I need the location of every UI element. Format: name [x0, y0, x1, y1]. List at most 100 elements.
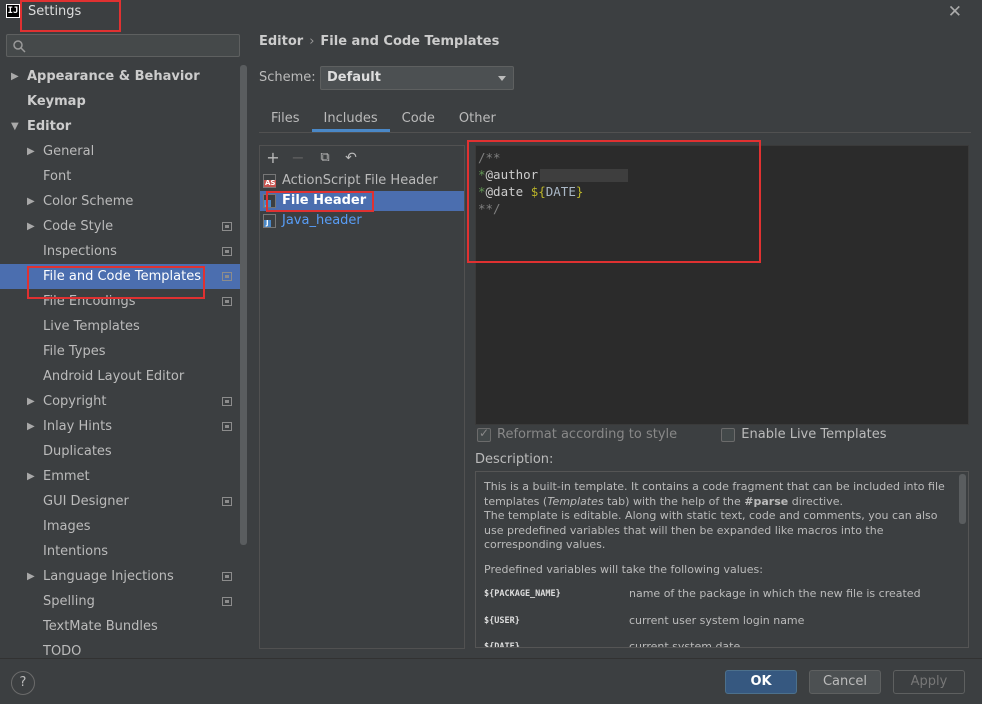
sidebar-item-live-templates[interactable]: Live Templates	[0, 314, 240, 339]
project-scope-icon	[222, 297, 232, 306]
sidebar-item-label: File and Code Templates	[43, 269, 201, 284]
desc-strong: #parse	[744, 494, 789, 508]
code-line: *@date ${DATE}	[478, 183, 968, 200]
description-scrollbar[interactable]	[959, 474, 966, 524]
date-variable: DATE	[545, 184, 576, 199]
project-scope-icon	[222, 247, 232, 256]
template-toolbar: + − ⧉ ↶	[260, 146, 464, 171]
comment-open: /**	[478, 150, 501, 165]
sidebar-item-inlay-hints[interactable]: ▶ Inlay Hints	[0, 414, 240, 439]
chevron-right-icon[interactable]: ▶	[27, 389, 35, 414]
variable-description: current user system login name	[629, 613, 805, 627]
sidebar-item-label: Images	[43, 519, 91, 534]
sidebar-item-intentions[interactable]: Intentions	[0, 539, 240, 564]
sidebar-item-label: General	[43, 144, 95, 159]
template-item[interactable]: ActionScript File Header	[260, 171, 464, 191]
java-file-icon	[263, 194, 276, 208]
chevron-right-icon[interactable]: ▶	[11, 64, 19, 89]
sidebar-item-textmate-bundles[interactable]: TextMate Bundles	[0, 614, 240, 639]
template-list: ActionScript File Header File Header Java_…	[260, 171, 464, 231]
chevron-right-icon[interactable]: ▶	[27, 189, 35, 214]
tab-files[interactable]: Files	[259, 105, 312, 132]
chevron-down-icon[interactable]: ▼	[11, 114, 19, 139]
chevron-right-icon[interactable]: ▶	[27, 139, 35, 164]
sidebar-item-general[interactable]: ▶ General	[0, 139, 240, 164]
live-templates-label: Enable Live Templates	[741, 427, 887, 442]
chevron-right-icon[interactable]: ▶	[27, 214, 35, 239]
breadcrumb-separator: ›	[309, 34, 315, 49]
chevron-right-icon[interactable]: ▶	[27, 464, 35, 489]
sidebar-item-duplicates[interactable]: Duplicates	[0, 439, 240, 464]
close-icon[interactable]: ✕	[948, 2, 962, 22]
copy-icon[interactable]: ⧉	[316, 149, 334, 167]
breadcrumb-section[interactable]: Editor	[259, 34, 303, 49]
checkbox-icon	[477, 426, 491, 442]
sidebar-item-color-scheme[interactable]: ▶ Color Scheme	[0, 189, 240, 214]
description-vars-intro: Predefined variables will take the follo…	[484, 562, 763, 576]
sidebar-item-spelling[interactable]: Spelling	[0, 589, 240, 614]
apply-button[interactable]: Apply	[893, 670, 965, 694]
remove-icon[interactable]: −	[289, 149, 307, 167]
template-item[interactable]: Java_header	[260, 211, 464, 231]
variable-row: ${USER} current user system login name	[484, 614, 952, 629]
template-tabs: Files Includes Code Other	[259, 105, 508, 132]
sidebar-item-font[interactable]: Font	[0, 164, 240, 189]
sidebar-item-copyright[interactable]: ▶ Copyright	[0, 389, 240, 414]
scheme-dropdown[interactable]: Default	[320, 66, 514, 90]
sidebar-item-label: Keymap	[27, 94, 86, 109]
settings-sidebar: ▶ Appearance & Behavior Keymap ▼ Editor ▶ Gene…	[0, 25, 248, 659]
reformat-checkbox[interactable]: Reformat according to style	[477, 426, 677, 442]
cancel-button[interactable]: Cancel	[809, 670, 881, 694]
tab-includes[interactable]: Includes	[311, 105, 390, 132]
template-list-panel: + − ⧉ ↶ ActionScript File Header File Hea…	[259, 145, 465, 649]
sidebar-item-label: Code Style	[43, 219, 114, 234]
sidebar-item-gui-designer[interactable]: GUI Designer	[0, 489, 240, 514]
settings-search[interactable]	[6, 34, 240, 57]
sidebar-item-file-and-code-templates[interactable]: File and Code Templates	[0, 264, 240, 289]
sidebar-item-label: Emmet	[43, 469, 90, 484]
desc-emphasis: Templates	[547, 494, 604, 508]
sidebar-item-inspections[interactable]: Inspections	[0, 239, 240, 264]
sidebar-item-label: Appearance & Behavior	[27, 69, 200, 84]
sidebar-item-editor[interactable]: ▼ Editor	[0, 114, 240, 139]
description-panel[interactable]: This is a built-in template. It contains…	[475, 471, 969, 648]
template-item-label: File Header	[282, 193, 367, 208]
window-title: Settings	[28, 4, 82, 19]
tab-divider	[259, 132, 971, 133]
variable-name: ${DATE}	[484, 642, 520, 648]
sidebar-item-file-encodings[interactable]: File Encodings	[0, 289, 240, 314]
help-icon[interactable]: ?	[11, 671, 35, 695]
sidebar-item-android-layout-editor[interactable]: Android Layout Editor	[0, 364, 240, 389]
dialog-footer: ? OK Cancel Apply	[0, 658, 982, 704]
tab-other[interactable]: Other	[447, 105, 508, 132]
search-icon	[13, 40, 26, 53]
sidebar-item-label: Live Templates	[43, 319, 140, 334]
settings-content: Editor › File and Code Templates Scheme: D…	[248, 25, 982, 658]
template-editor[interactable]: /** *@author *@date ${DATE} **/	[475, 145, 969, 425]
sidebar-item-label: Spelling	[43, 594, 95, 609]
sidebar-item-code-style[interactable]: ▶ Code Style	[0, 214, 240, 239]
sidebar-scrollbar[interactable]	[240, 65, 247, 545]
reset-icon[interactable]: ↶	[342, 149, 360, 167]
chevron-right-icon[interactable]: ▶	[27, 564, 35, 589]
breadcrumb: Editor › File and Code Templates	[259, 34, 499, 49]
sidebar-item-label: Duplicates	[43, 444, 112, 459]
ok-button[interactable]: OK	[725, 670, 797, 694]
sidebar-item-file-types[interactable]: File Types	[0, 339, 240, 364]
add-icon[interactable]: +	[264, 149, 282, 167]
code-line: **/	[478, 200, 968, 217]
project-scope-icon	[222, 397, 232, 406]
live-templates-checkbox[interactable]: Enable Live Templates	[721, 427, 886, 442]
sidebar-item-keymap[interactable]: Keymap	[0, 89, 240, 114]
sidebar-item-emmet[interactable]: ▶ Emmet	[0, 464, 240, 489]
chevron-down-icon	[498, 76, 506, 81]
sidebar-item-language-injections[interactable]: ▶ Language Injections	[0, 564, 240, 589]
chevron-right-icon[interactable]: ▶	[27, 414, 35, 439]
sidebar-item-label: TextMate Bundles	[43, 619, 158, 634]
sidebar-item-appearance-behavior[interactable]: ▶ Appearance & Behavior	[0, 64, 240, 89]
sidebar-item-images[interactable]: Images	[0, 514, 240, 539]
template-item[interactable]: File Header	[260, 191, 464, 211]
search-input[interactable]	[31, 37, 231, 54]
tab-code[interactable]: Code	[390, 105, 447, 132]
description-label: Description:	[475, 452, 554, 467]
